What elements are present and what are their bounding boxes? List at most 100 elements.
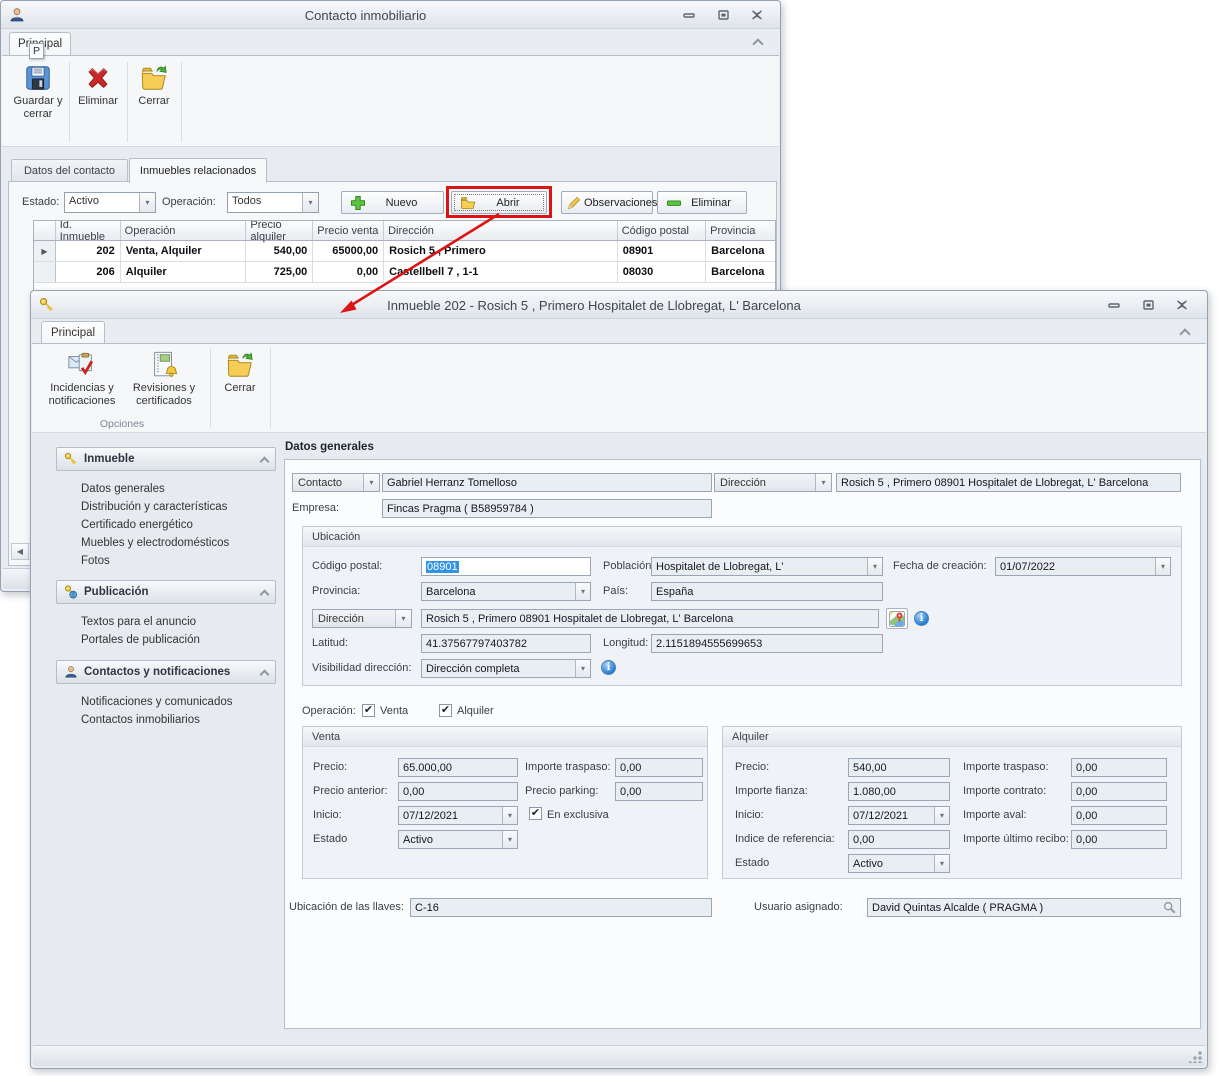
window2-titlebar[interactable]: Inmueble 202 - Rosich 5 , Primero Hospit… [31, 291, 1207, 319]
pais-field[interactable]: España [651, 582, 883, 601]
alquiler-inicio-field[interactable]: 07/12/2021▾ [848, 806, 950, 825]
estado-dropdown[interactable]: Activo ▾ [64, 192, 156, 213]
precio-anterior-field[interactable]: 0,00 [398, 782, 518, 801]
sidebar-item-certificado[interactable]: Certificado energético [81, 519, 193, 531]
col-precio-venta[interactable]: Precio venta [313, 221, 384, 240]
close-icon[interactable] [1171, 298, 1193, 312]
ribbon-collapse-chevron-icon[interactable] [752, 38, 763, 49]
sidebar-item-datos-generales[interactable]: Datos generales [81, 483, 165, 495]
col-codigo-postal[interactable]: Código postal [618, 221, 706, 240]
sidebar-item-muebles[interactable]: Muebles y electrodomésticos [81, 537, 229, 549]
contacto-selector[interactable]: Contacto ▾ [292, 473, 380, 492]
alquiler-precio-field[interactable]: 540,00 [848, 758, 950, 777]
empresa-field[interactable]: Fincas Pragma ( B58959784 ) [382, 499, 712, 518]
col-provincia[interactable]: Provincia [706, 221, 775, 240]
longitud-field[interactable]: 2.1151894555699653 [651, 634, 883, 653]
collapse-chevron-icon[interactable] [260, 456, 270, 466]
precio-parking-field[interactable]: 0,00 [615, 782, 703, 801]
contacto-field[interactable]: Gabriel Herranz Tomelloso [382, 473, 712, 492]
chevron-down-icon[interactable]: ▾ [302, 193, 318, 212]
lookup-button[interactable] [1163, 901, 1176, 914]
sidebar-item-distribucion[interactable]: Distribución y características [81, 501, 227, 513]
resize-grip[interactable] [1189, 1050, 1202, 1063]
chevron-down-icon[interactable]: ▾ [934, 855, 949, 872]
info-icon[interactable]: i [914, 611, 929, 626]
minimize-icon[interactable] [1103, 298, 1125, 312]
codigo-postal-field[interactable]: 08901 [421, 557, 591, 576]
chevron-down-icon[interactable]: ▾ [1155, 558, 1170, 575]
ultimo-recibo-field[interactable]: 0,00 [1071, 830, 1167, 849]
sidebar-item-contactos-inmobiliarios[interactable]: Contactos inmobiliarios [81, 714, 200, 726]
sidebar-item-notificaciones[interactable]: Notificaciones y comunicados [81, 696, 233, 708]
direccion-selector-top[interactable]: Dirección ▾ [714, 473, 832, 492]
importe-fianza-field[interactable]: 1.080,00 [848, 782, 950, 801]
poblacion-field[interactable]: Hospitalet de Llobregat, L'▾ [651, 557, 883, 576]
fecha-creacion-field[interactable]: 01/07/2022▾ [995, 557, 1171, 576]
chevron-down-icon[interactable]: ▾ [575, 660, 590, 677]
alquiler-checkbox[interactable]: ✔ [439, 704, 452, 717]
nuevo-button[interactable]: Nuevo [341, 191, 444, 214]
scroll-left-icon[interactable]: ◀ [12, 544, 29, 559]
venta-precio-field[interactable]: 65.000,00 [398, 758, 518, 777]
collapse-chevron-icon[interactable] [260, 589, 270, 599]
chevron-down-icon[interactable]: ▾ [867, 558, 882, 575]
sidebar-item-textos-anuncio[interactable]: Textos para el anuncio [81, 616, 196, 628]
table-row[interactable]: ▶ 202 Venta, Alquiler 540,00 65000,00 Ro… [34, 241, 775, 262]
venta-inicio-field[interactable]: 07/12/2021▾ [398, 806, 518, 825]
eliminar-row-button[interactable]: Eliminar [657, 191, 747, 214]
importe-aval-field[interactable]: 0,00 [1071, 806, 1167, 825]
chevron-down-icon[interactable]: ▾ [395, 610, 411, 627]
window1-titlebar[interactable]: Contacto inmobiliario [1, 1, 780, 29]
eliminar-button[interactable]: Eliminar [72, 60, 124, 144]
maps-button[interactable] [886, 608, 908, 629]
col-operacion[interactable]: Operación [121, 221, 247, 240]
sidebar-section-publicacion[interactable]: Publicación [56, 580, 276, 604]
operacion-dropdown[interactable]: Todos ▾ [227, 192, 319, 213]
ribbon-collapse-chevron-icon[interactable] [1179, 328, 1190, 339]
chevron-down-icon[interactable]: ▾ [502, 807, 517, 824]
chevron-down-icon[interactable]: ▾ [139, 193, 155, 212]
direccion-selector[interactable]: Dirección ▾ [312, 609, 412, 628]
llaves-field[interactable]: C-16 [410, 898, 712, 917]
collapse-chevron-icon[interactable] [260, 669, 270, 679]
abrir-button[interactable]: Abrir [451, 191, 547, 214]
direccion-field[interactable]: Rosich 5 , Primero 08901 Hospitalet de L… [421, 609, 879, 628]
col-direccion[interactable]: Dirección [384, 221, 618, 240]
revisiones-button[interactable]: Revisiones y certificados [124, 347, 204, 419]
alquiler-traspaso-field[interactable]: 0,00 [1071, 758, 1167, 777]
visibilidad-field[interactable]: Dirección completa▾ [421, 659, 591, 678]
window2-tab-principal[interactable]: Principal [41, 321, 105, 345]
sidebar-item-portales[interactable]: Portales de publicación [81, 634, 200, 646]
alquiler-estado-field[interactable]: Activo▾ [848, 854, 950, 873]
indice-referencia-field[interactable]: 0,00 [848, 830, 950, 849]
sidebar-item-fotos[interactable]: Fotos [81, 555, 110, 567]
sidebar-section-inmueble[interactable]: Inmueble [56, 447, 276, 471]
chevron-down-icon[interactable]: ▾ [363, 474, 379, 491]
latitud-field[interactable]: 41.37567797403782 [421, 634, 591, 653]
incidencias-button[interactable]: Incidencias y notificaciones [42, 347, 122, 419]
maximize-icon[interactable] [1137, 298, 1159, 312]
maximize-icon[interactable] [712, 8, 734, 22]
venta-checkbox[interactable]: ✔ [362, 704, 375, 717]
observaciones-button[interactable]: Observaciones [561, 191, 653, 214]
chevron-down-icon[interactable]: ▾ [575, 583, 590, 600]
en-exclusiva-checkbox[interactable]: ✔ [529, 807, 542, 820]
venta-estado-field[interactable]: Activo▾ [398, 830, 518, 849]
guardar-y-cerrar-button[interactable]: Guardar y cerrar [10, 60, 66, 144]
usuario-field[interactable]: David Quintas Alcalde ( PRAGMA ) [867, 898, 1181, 917]
chevron-down-icon[interactable]: ▾ [815, 474, 831, 491]
tab-inmuebles-relacionados[interactable]: Inmuebles relacionados [129, 158, 267, 183]
chevron-down-icon[interactable]: ▾ [502, 831, 517, 848]
col-precio-alquiler[interactable]: Precio alquiler [246, 221, 313, 240]
direccion-field-top[interactable]: Rosich 5 , Primero 08901 Hospitalet de L… [836, 473, 1181, 492]
minimize-icon[interactable] [678, 8, 700, 22]
chevron-down-icon[interactable]: ▾ [934, 807, 949, 824]
provincia-field[interactable]: Barcelona▾ [421, 582, 591, 601]
table-row[interactable]: 206 Alquiler 725,00 0,00 Castellbell 7 ,… [34, 262, 775, 283]
col-id-inmueble[interactable]: Id. Inmueble [56, 221, 121, 240]
cerrar-inmueble-button[interactable]: Cerrar [214, 347, 266, 419]
sidebar-section-contactos[interactable]: Contactos y notificaciones [56, 660, 276, 684]
importe-contrato-field[interactable]: 0,00 [1071, 782, 1167, 801]
close-icon[interactable] [746, 8, 768, 22]
info-icon[interactable]: i [601, 660, 616, 675]
